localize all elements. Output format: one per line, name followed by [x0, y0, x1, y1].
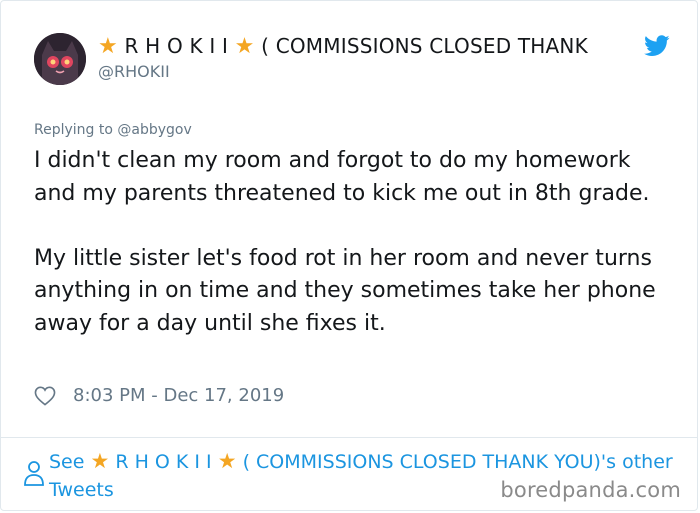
person-icon [24, 461, 44, 486]
avatar[interactable] [34, 33, 86, 85]
twitter-bird-icon[interactable] [644, 35, 670, 57]
divider [1, 437, 697, 438]
author-handle[interactable]: @RHOKII [98, 62, 170, 81]
tweet-card: ★ R H O K I I ★ ( COMMISSIONS CLOSED THA… [0, 0, 698, 511]
reply-mention-link[interactable]: @abbygov [117, 122, 191, 138]
watermark: boredpanda.com [500, 478, 681, 502]
avatar-cat [34, 33, 86, 85]
author-display-name[interactable]: ★ R H O K I I ★ ( COMMISSIONS CLOSED THA… [98, 34, 588, 59]
star-emoji: ★ [217, 449, 237, 473]
star-emoji: ★ [90, 449, 110, 473]
tweet-meta: 8:03 PM - Dec 17, 2019 [34, 385, 284, 406]
author-name-suffix: ( COMMISSIONS CLOSED THANK [254, 34, 588, 58]
tweet-text: I didn't clean my room and forgot to do … [34, 145, 674, 340]
footer-name: R H O K I I [109, 451, 218, 473]
footer-see: See [49, 451, 91, 473]
star-emoji: ★ [234, 34, 255, 59]
star-emoji: ★ [98, 34, 118, 59]
tweet-paragraph: I didn't clean my room and forgot to do … [34, 148, 650, 206]
author-name-main: R H O K I I [117, 34, 235, 58]
replying-prefix: Replying to [34, 122, 118, 138]
tweet-paragraph: My little sister let's food rot in her r… [34, 245, 656, 336]
replying-to: Replying to @abbygov [34, 122, 192, 138]
tweet-timestamp[interactable]: 8:03 PM - Dec 17, 2019 [73, 385, 284, 406]
heart-icon[interactable] [34, 386, 56, 406]
